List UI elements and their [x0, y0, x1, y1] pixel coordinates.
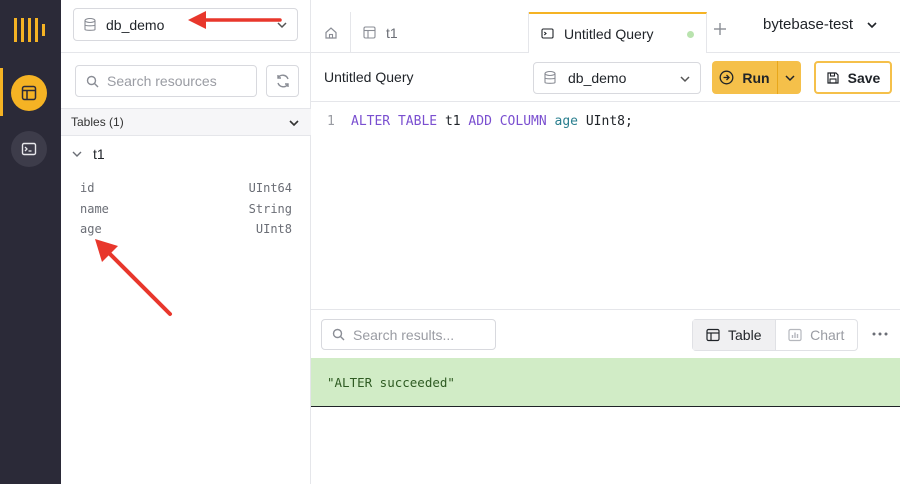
tab-untitled-query[interactable]: Untitled Query [529, 12, 707, 53]
terminal-icon [21, 142, 37, 156]
project-name: bytebase-test [763, 16, 854, 33]
column-type: UInt8 [255, 222, 292, 236]
refresh-button[interactable] [266, 65, 299, 97]
keyword-add: ADD [468, 114, 492, 129]
view-table-label: Table [728, 327, 762, 343]
code-line[interactable]: ALTER TABLE t1 ADD COLUMN age UInt8; [351, 114, 633, 129]
rail-worksheet-button[interactable] [11, 75, 47, 111]
chevron-down-icon [277, 22, 287, 29]
tab-label: t1 [386, 24, 398, 41]
save-button[interactable]: Save [814, 61, 892, 94]
app-rail [0, 0, 61, 484]
bytebase-logo[interactable] [12, 12, 48, 48]
table-icon [21, 85, 37, 101]
plus-icon [714, 23, 726, 35]
column-type: UInt64 [248, 181, 292, 195]
tab-bar: t1 Untitled Query bytebase-test [311, 0, 900, 53]
keyword-alter: ALTER [351, 114, 391, 129]
run-label: Run [742, 69, 770, 86]
column-name: id [80, 181, 95, 195]
column-identifier: age [554, 114, 579, 129]
line-number: 1 [327, 114, 335, 129]
add-tab-button[interactable] [713, 20, 727, 40]
results-search-input[interactable] [353, 326, 488, 343]
column-type: String [248, 201, 292, 216]
run-button-group: Run [712, 61, 801, 94]
resource-search-box[interactable] [75, 65, 257, 97]
search-icon [86, 75, 99, 87]
refresh-icon [276, 74, 289, 88]
database-selector-value: db_demo [106, 16, 165, 33]
database-selector[interactable]: db_demo [73, 8, 298, 41]
tab-t1[interactable]: t1 [351, 12, 529, 53]
tab-label: Untitled Query [564, 25, 654, 42]
results-toolbar: Table Chart [311, 309, 900, 358]
editor-database-value: db_demo [568, 70, 627, 86]
view-chart-button[interactable]: Chart [776, 320, 858, 350]
chart-icon [788, 328, 802, 342]
tables-section-label: Tables (1) [71, 115, 124, 129]
chevron-down-icon [784, 74, 795, 81]
view-table-button[interactable]: Table [693, 320, 776, 350]
editor-toolbar: Untitled Query db_demo Run Save [311, 53, 900, 102]
editor-database-selector[interactable]: db_demo [533, 62, 701, 94]
table-name: t1 [93, 146, 105, 162]
home-icon [324, 26, 337, 39]
chevron-down-icon [680, 76, 690, 83]
rail-active-indicator [0, 68, 3, 116]
keyword-table: TABLE [397, 114, 438, 129]
save-label: Save [847, 69, 881, 86]
table-icon [363, 26, 376, 39]
resource-search-input[interactable] [107, 73, 247, 89]
tables-section-header[interactable]: Tables (1) [61, 108, 311, 136]
more-options-button[interactable] [871, 324, 889, 342]
tab-home[interactable] [311, 12, 351, 53]
view-chart-label: Chart [810, 327, 845, 343]
play-circle-icon [719, 70, 734, 85]
column-row[interactable]: age UInt8 [80, 219, 292, 240]
column-list: id UInt64 name String age UInt8 [80, 178, 292, 240]
database-icon [544, 71, 556, 84]
sheet-title[interactable]: Untitled Query [324, 69, 413, 85]
rail-terminal-button[interactable] [11, 131, 47, 167]
table-icon [706, 328, 720, 342]
column-name: age [80, 222, 102, 236]
chevron-down-icon [867, 21, 877, 28]
chevron-down-icon [72, 151, 82, 157]
keyword-column: COLUMN [499, 114, 547, 129]
project-selector[interactable]: bytebase-test [763, 16, 879, 33]
resource-panel: db_demo Tables (1) t1 id [61, 0, 311, 484]
column-name: name [80, 201, 109, 216]
type-identifier: UInt8; [585, 114, 633, 129]
run-options-dropdown[interactable] [778, 61, 801, 94]
more-horizontal-icon [872, 332, 888, 336]
unsaved-indicator [687, 31, 694, 38]
result-message: "ALTER succeeded" [311, 358, 900, 407]
terminal-icon [541, 28, 554, 39]
database-icon [84, 17, 96, 31]
table-identifier: t1 [444, 114, 461, 129]
sql-editor[interactable]: 1 ALTER TABLE t1 ADD COLUMN age UInt8; [311, 102, 900, 309]
results-search-box[interactable] [321, 319, 496, 350]
table-tree-item[interactable]: t1 [71, 146, 105, 162]
chevron-down-icon [289, 120, 299, 127]
run-button[interactable]: Run [712, 61, 778, 94]
column-row[interactable]: id UInt64 [80, 178, 292, 199]
search-icon [332, 328, 345, 341]
results-view-toggle: Table Chart [692, 319, 858, 351]
column-row[interactable]: name String [80, 199, 292, 220]
divider [61, 52, 311, 53]
save-icon [827, 71, 839, 84]
